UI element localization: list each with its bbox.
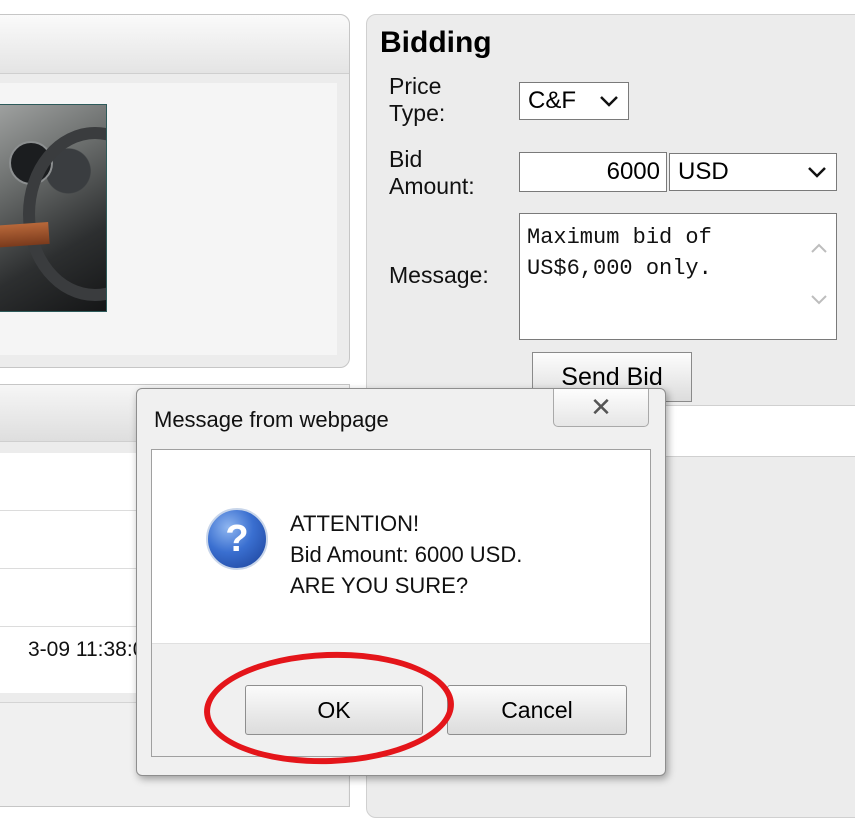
- scroll-up-icon[interactable]: [810, 240, 828, 258]
- dialog-message-line: ATTENTION!: [290, 511, 420, 536]
- question-icon: ?: [206, 508, 268, 570]
- price-type-value: C&F: [528, 87, 576, 114]
- close-button[interactable]: ✕: [553, 389, 649, 427]
- bidding-title: Bidding: [380, 26, 492, 59]
- message-line: Maximum bid of: [527, 225, 712, 250]
- bid-amount-label: Bid Amount:: [389, 146, 475, 199]
- dialog-message: ATTENTION! Bid Amount: 6000 USD. ARE YOU…: [290, 508, 522, 601]
- currency-value: USD: [678, 158, 729, 185]
- cancel-button[interactable]: Cancel: [447, 685, 627, 735]
- bid-amount-input[interactable]: 6000: [519, 152, 667, 192]
- dialog-message-line: ARE YOU SURE?: [290, 573, 469, 598]
- chevron-down-icon: [806, 154, 828, 202]
- message-textarea[interactable]: Maximum bid of US$6,000 only.: [519, 213, 837, 340]
- message-line: US$6,000 only.: [527, 256, 712, 281]
- message-label: Message:: [389, 262, 489, 288]
- price-type-select[interactable]: C&F: [519, 82, 629, 120]
- car-interior-photo[interactable]: [0, 104, 107, 312]
- currency-select[interactable]: USD: [669, 153, 837, 191]
- chevron-down-icon: [598, 83, 620, 131]
- dialog-title: Message from webpage: [154, 407, 389, 432]
- price-type-label: Price Type:: [389, 73, 446, 126]
- timestamp-text: 3-09 11:38:0: [28, 638, 145, 661]
- listing-panel-header: [0, 15, 349, 74]
- dialog-message-line: Bid Amount: 6000 USD.: [290, 542, 523, 567]
- scroll-down-icon[interactable]: [810, 290, 828, 308]
- close-icon: ✕: [590, 392, 612, 422]
